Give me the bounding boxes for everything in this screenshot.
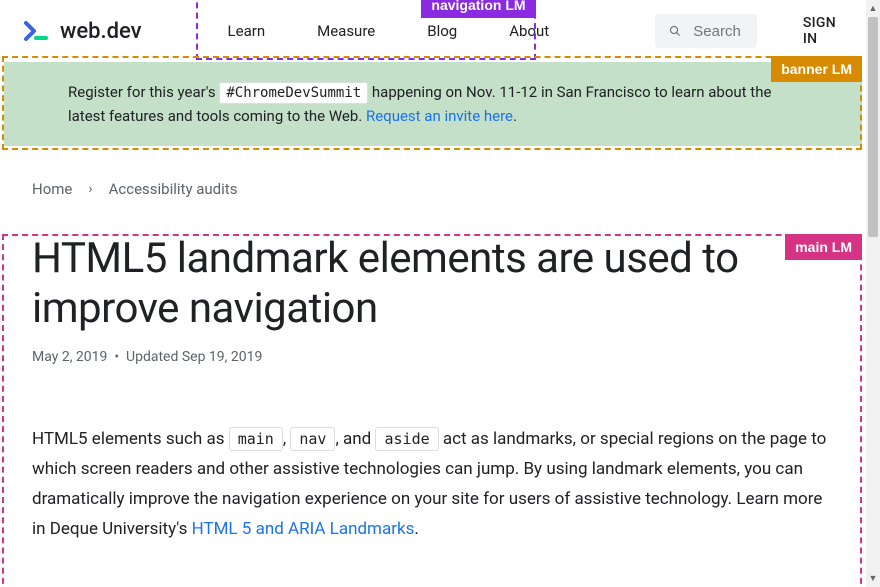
page-title: HTML5 landmark elements are used to impr…	[32, 234, 834, 333]
scrollbar-down-icon[interactable]: ▼	[866, 570, 880, 587]
code-aside: aside	[375, 427, 438, 451]
banner-text-pre: Register for this year's	[68, 83, 219, 101]
nav-about[interactable]: About	[483, 2, 575, 60]
breadcrumb-home[interactable]: Home	[32, 180, 72, 198]
signin-button[interactable]: SIGN IN	[797, 15, 842, 47]
link-deque-landmarks[interactable]: HTML 5 and ARIA Landmarks	[192, 519, 415, 539]
banner-text-post: .	[513, 107, 517, 125]
logo-text: web.dev	[60, 19, 142, 44]
nav-learn[interactable]: Learn	[202, 2, 292, 60]
logo[interactable]: web.dev	[24, 19, 142, 44]
search-input[interactable]	[693, 23, 743, 40]
nav-blog[interactable]: Blog	[401, 2, 483, 60]
scrollbar-thumb[interactable]	[868, 17, 878, 237]
breadcrumb-accessibility-audits[interactable]: Accessibility audits	[109, 180, 238, 198]
main-content: HTML5 landmark elements are used to impr…	[4, 234, 862, 544]
header: web.dev Learn Measure Blog About navigat…	[0, 0, 866, 62]
search-icon	[669, 22, 681, 40]
code-main: main	[229, 427, 283, 451]
scrollbar-track[interactable]: ▲ ▼	[866, 0, 880, 587]
code-nav: nav	[290, 427, 335, 451]
scrollbar-up-icon[interactable]: ▲	[866, 0, 880, 17]
article-meta: May 2, 2019 • Updated Sep 19, 2019	[32, 349, 834, 365]
breadcrumb: Home › Accessibility audits	[0, 152, 866, 216]
chevron-right-icon: ›	[88, 181, 92, 197]
search-box[interactable]	[655, 14, 757, 48]
banner-hashtag: #ChromeDevSummit	[219, 82, 368, 104]
webdev-logo-icon	[24, 19, 52, 43]
banner-link[interactable]: Request an invite here	[366, 107, 513, 125]
banner: Register for this year's #ChromeDevSummi…	[4, 62, 862, 146]
article-body: HTML5 elements such as main, nav, and as…	[32, 425, 834, 544]
nav: Learn Measure Blog About navigation LM	[202, 2, 576, 60]
nav-measure[interactable]: Measure	[291, 2, 401, 60]
